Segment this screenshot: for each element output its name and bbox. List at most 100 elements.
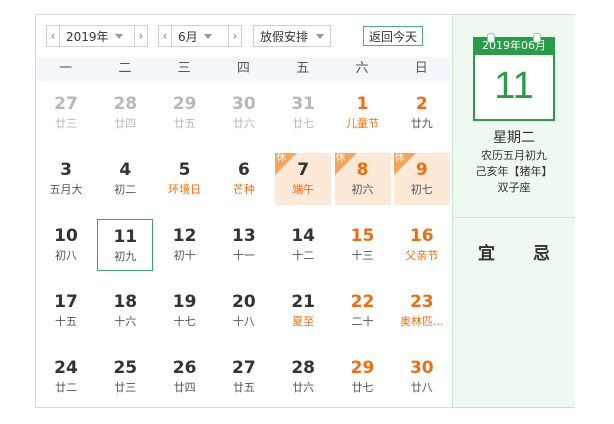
day-cell[interactable]: 4 初二: [97, 153, 153, 205]
day-cell[interactable]: 21 夏至: [275, 285, 331, 337]
day-cell[interactable]: 22 二十: [335, 285, 391, 337]
lunar-label: 廿五: [232, 381, 255, 394]
weekday-label: 六: [355, 61, 369, 76]
lunar-label: 廿七: [292, 117, 315, 130]
ring-icon: [487, 33, 495, 43]
lunar-label: 初六: [351, 183, 374, 196]
lunar-label: 端午: [292, 183, 315, 196]
lunar-label: 十三: [351, 249, 374, 262]
day-cell[interactable]: 13 十一: [216, 219, 272, 271]
weekday-header: 一二三四五六日: [36, 57, 451, 81]
yi-ji-section: 宜 忌: [453, 239, 575, 264]
day-cell[interactable]: 30 廿八: [394, 351, 450, 403]
year-prev-button[interactable]: ‹: [46, 25, 60, 47]
day-cell[interactable]: 19 十七: [157, 285, 213, 337]
day-cell[interactable]: 10 初八: [38, 219, 94, 271]
weekday-label: 四: [236, 61, 250, 76]
lunar-label: 廿二: [55, 381, 77, 394]
day-cell[interactable]: 27 廿三: [38, 87, 94, 139]
day-number: 27: [54, 94, 78, 114]
ring-icon: [533, 33, 541, 43]
weekday-label: 日: [414, 61, 428, 76]
weekday-label: 三: [177, 61, 191, 76]
day-number: 22: [350, 292, 375, 312]
lunar-label: 廿六: [292, 381, 315, 394]
lunar-label: 二十: [351, 315, 374, 328]
day-number: 6: [237, 160, 250, 180]
day-cell[interactable]: 1 儿童节: [335, 87, 391, 139]
day-cell[interactable]: 休 8 初六: [334, 153, 391, 205]
day-number: 10: [54, 226, 78, 246]
day-cell[interactable]: 15 十三: [335, 219, 391, 271]
rest-day-badge-label: 休: [394, 153, 405, 164]
day-cell[interactable]: 休 7 端午: [275, 153, 332, 205]
day-cell[interactable]: 20 十八: [216, 285, 272, 337]
lunar-label: 十七: [173, 315, 196, 328]
chevron-down-icon: [114, 33, 123, 39]
month-select[interactable]: 6月: [172, 25, 228, 47]
weekday-label: 一: [59, 61, 73, 76]
lunar-label: 父亲节: [405, 249, 439, 262]
weekday-text: 星期二: [493, 130, 535, 146]
day-cell[interactable]: 14 十二: [275, 219, 331, 271]
day-number: 29: [172, 94, 197, 114]
lunar-label: 廿四: [173, 381, 196, 394]
day-cell[interactable]: 17 十五: [38, 285, 94, 337]
day-cell[interactable]: 29 廿七: [335, 351, 391, 403]
day-cell[interactable]: 27 廿五: [216, 351, 272, 403]
day-cell[interactable]: 25 廿三: [97, 351, 153, 403]
chevron-down-icon: [316, 33, 325, 39]
day-cell[interactable]: 28 廿四: [97, 87, 153, 139]
day-number: 20: [232, 292, 256, 312]
constellation-text: 双子座: [497, 181, 531, 194]
day-number: 13: [232, 226, 256, 246]
date-card-header: 2019年06月: [473, 37, 555, 55]
day-number: 15: [350, 226, 375, 246]
day-cell[interactable]: 16 父亲节: [394, 219, 450, 271]
day-cell[interactable]: 24 廿二: [38, 351, 94, 403]
day-number: 31: [291, 94, 316, 114]
day-number: 25: [113, 358, 138, 378]
day-cell[interactable]: 30 廿六: [216, 87, 272, 139]
year-select-label: 2019年: [66, 29, 109, 44]
day-cell[interactable]: 5 环境日: [157, 153, 213, 205]
holiday-select-label: 放假安排: [260, 29, 309, 44]
day-number: 26: [172, 358, 197, 378]
day-cell[interactable]: 26 廿四: [157, 351, 213, 403]
lunar-label: 初九: [114, 250, 137, 263]
rest-day-badge-label: 休: [276, 153, 287, 164]
year-next-button[interactable]: ›: [134, 25, 148, 47]
day-number: 16: [409, 226, 434, 246]
lunar-label: 廿三: [55, 117, 77, 130]
day-cell[interactable]: 6 芒种: [216, 153, 272, 205]
lunar-label: 初七: [410, 183, 433, 196]
day-cell[interactable]: 12 初十: [157, 219, 213, 271]
back-to-today-button[interactable]: 返回今天: [363, 26, 424, 46]
day-number: 30: [409, 358, 434, 378]
day-number: 29: [350, 358, 375, 378]
lunar-label: 环境日: [168, 183, 202, 196]
day-cell[interactable]: 11 初九: [97, 219, 154, 271]
day-number: 5: [178, 160, 191, 180]
day-number: 1: [356, 94, 369, 114]
holiday-schedule-select[interactable]: 放假安排: [253, 25, 332, 47]
day-cell[interactable]: 休 9 初七: [393, 153, 450, 205]
day-cell[interactable]: 29 廿五: [157, 87, 213, 139]
lunar-label: 初二: [114, 183, 137, 196]
day-number: 2: [415, 94, 428, 114]
zodiac-year-text: 己亥年【猪年】: [475, 165, 553, 178]
day-cell[interactable]: 18 十六: [97, 285, 153, 337]
month-prev-button[interactable]: ‹: [158, 25, 172, 47]
year-selector: ‹ 2019年 ›: [46, 25, 148, 47]
day-cell[interactable]: 3 五月大: [38, 153, 94, 205]
lunar-label: 廿三: [114, 381, 137, 394]
day-cell[interactable]: 2 廿九: [394, 87, 450, 139]
month-next-button[interactable]: ›: [228, 25, 242, 47]
day-cell[interactable]: 23 奥林匹...: [394, 285, 450, 337]
lunar-label: 十八: [232, 315, 255, 328]
year-select[interactable]: 2019年: [60, 25, 134, 47]
day-number: 27: [232, 358, 256, 378]
lunar-date-text: 农历五月初九: [481, 149, 547, 162]
day-cell[interactable]: 31 廿七: [275, 87, 331, 139]
day-cell[interactable]: 28 廿六: [275, 351, 331, 403]
